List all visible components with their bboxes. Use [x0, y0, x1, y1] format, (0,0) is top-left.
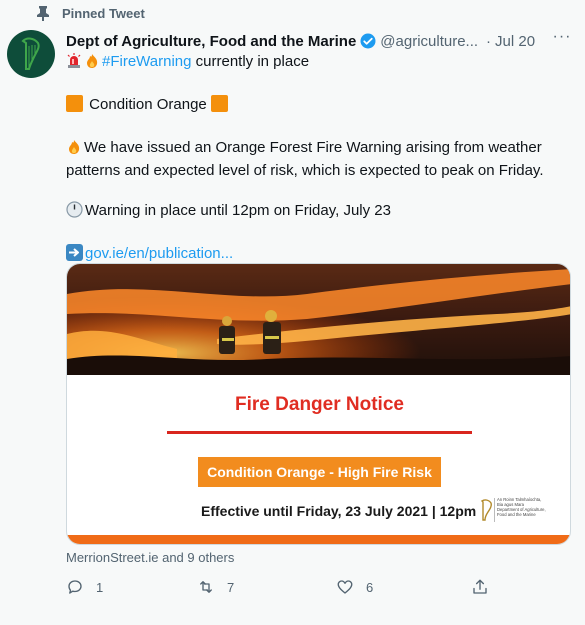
logo-divider: [494, 498, 495, 522]
dept-logo-text: An Roinn Talmhaíochta, Bia agus Mara Dep…: [497, 497, 546, 517]
condition-text: Condition Orange: [89, 96, 207, 113]
display-name[interactable]: Dept of Agriculture, Food and the Marine: [66, 33, 356, 50]
handle[interactable]: @agriculture...: [380, 33, 478, 50]
card-footer-band: [67, 535, 570, 544]
tweet-line-1-text: currently in place: [191, 53, 310, 70]
reply-icon: [68, 580, 82, 594]
fire-emoji-icon: [84, 53, 100, 75]
tweet-line-1: #FireWarning currently in place: [66, 52, 574, 75]
heart-icon: [337, 580, 353, 594]
orange-square-icon: [66, 95, 83, 118]
notice-divider: [167, 431, 472, 434]
effective-date-text: Effective until Friday, 23 July 2021 | 1…: [201, 503, 477, 519]
pinned-tweet-label: Pinned Tweet: [36, 5, 145, 21]
tweet-date[interactable]: Jul 20: [495, 33, 535, 50]
publication-link[interactable]: gov.ie/en/publication...: [85, 245, 233, 262]
like-button[interactable]: 6: [336, 578, 373, 596]
tweet-paragraph: We have issued an Orange Forest Fire War…: [66, 138, 566, 181]
like-count: 6: [366, 579, 374, 595]
tweet-actions: 1 7 6: [66, 578, 496, 600]
condition-banner: Condition Orange - High Fire Risk: [198, 457, 441, 487]
share-button[interactable]: [471, 578, 489, 596]
more-options-icon[interactable]: ···: [552, 29, 572, 50]
liked-by-text[interactable]: MerrionStreet.ie and 9 others: [66, 550, 234, 565]
retweet-count: 7: [227, 579, 235, 595]
retweet-icon: [200, 581, 212, 593]
clock-icon: [66, 201, 83, 224]
tweet-header: Dept of Agriculture, Food and the Marine…: [66, 30, 574, 52]
avatar[interactable]: [7, 30, 55, 78]
retweet-button[interactable]: 7: [197, 578, 234, 596]
share-icon: [473, 579, 487, 594]
tweet-line-condition: Condition Orange: [66, 95, 574, 118]
harp-icon: [21, 37, 40, 70]
tweet-line-until: Warning in place until 12pm on Friday, J…: [66, 201, 574, 224]
pinned-text: Pinned Tweet: [62, 5, 145, 21]
harp-logo-icon: [480, 499, 492, 521]
siren-emoji-icon: [66, 53, 82, 75]
tweet-body: Dept of Agriculture, Food and the Marine…: [66, 29, 574, 267]
paragraph-text: We have issued an Orange Forest Fire War…: [66, 139, 544, 179]
orange-square-icon: [210, 95, 228, 118]
fire-emoji-icon: [66, 139, 82, 161]
reply-button[interactable]: 1: [66, 578, 103, 596]
hashtag-link[interactable]: #FireWarning: [102, 53, 191, 70]
wildfire-photo: [67, 264, 570, 375]
department-logo: An Roinn Talmhaíochta, Bia agus Mara Dep…: [479, 497, 559, 525]
notice-card[interactable]: Fire Danger Notice Condition Orange - Hi…: [66, 263, 571, 545]
notice-title: Fire Danger Notice: [235, 394, 404, 415]
pin-icon: [37, 6, 49, 21]
reply-count: 1: [96, 579, 104, 595]
verified-badge-icon: [360, 33, 376, 49]
warning-until-text: Warning in place until 12pm on Friday, J…: [85, 202, 391, 219]
separator-dot: ·: [486, 32, 492, 50]
